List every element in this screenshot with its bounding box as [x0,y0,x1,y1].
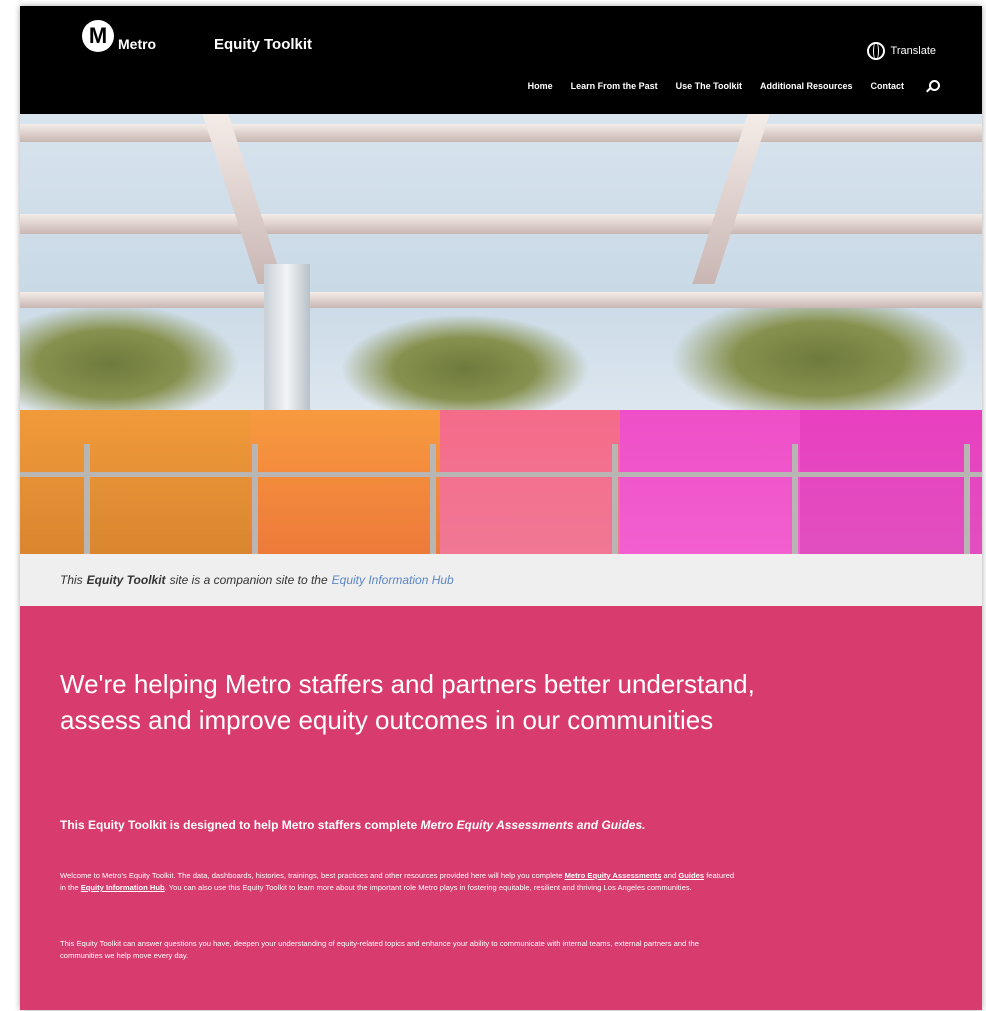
notice-bold: Equity Toolkit [86,573,166,587]
glass-panel-orange [250,410,440,554]
metro-equity-assessments-link[interactable]: Metro Equity Assessments [565,871,662,880]
nav-item-home[interactable]: Home [528,81,553,91]
railing-post [612,444,618,554]
companion-site-notice: This Equity Toolkit site is a companion … [20,554,982,606]
glass-panel-magenta [800,410,982,554]
page-headline: We're helping Metro staffers and partner… [60,669,755,735]
intro-text: This Equity Toolkit is designed to help … [60,818,418,832]
support-column [264,264,310,414]
palm-tree-left [20,304,240,424]
nav-item-additional-resources[interactable]: Additional Resources [760,81,853,91]
metro-logo-mark: M [82,20,114,52]
welcome-text: . You can also use this Equity Toolkit t… [164,883,692,892]
toolkit-paragraph: This Equity Toolkit can answer questions… [60,939,699,960]
metro-logo-text: Metro [118,36,157,52]
nav-item-use-the-toolkit[interactable]: Use The Toolkit [676,81,742,91]
welcome-text: and [663,871,677,880]
equity-information-hub-inline-link[interactable]: Equity Information Hub [81,883,165,892]
notice-pre: This [60,573,83,587]
railing-post [964,444,970,554]
glass-panel-pink [440,410,620,554]
site-header: M Metro Equity Toolkit Translate Home Le… [20,6,982,114]
intro-emphasis: Metro Equity Assessments and Guides. [420,818,646,832]
glass-panel-magenta [620,410,800,554]
canopy-beam [20,292,982,308]
palm-tree-right [670,294,970,424]
railing-post [84,444,90,554]
translate-label: Translate [890,45,936,57]
nav-item-contact[interactable]: Contact [871,81,905,91]
intro-paragraph: This Equity Toolkit is designed to help … [60,816,740,834]
metro-logo[interactable]: M Metro [82,20,156,52]
search-icon[interactable] [926,80,940,92]
railing-post [430,444,436,554]
welcome-text: Welcome to Metro's Equity Toolkit. The d… [60,871,563,880]
railing [20,472,982,477]
guides-link[interactable]: Guides [678,871,704,880]
page-frame: M Metro Equity Toolkit Translate Home Le… [20,6,982,1010]
railing-post [252,444,258,554]
main-nav: Home Learn From the Past Use The Toolkit… [510,80,940,92]
railing-post [792,444,798,554]
intro-section: We're helping Metro staffers and partner… [20,606,982,1010]
canopy-beam [20,214,982,234]
notice-mid: site is a companion site to the [169,573,328,587]
nav-item-learn-from-the-past[interactable]: Learn From the Past [571,81,658,91]
translate-button[interactable]: Translate [866,42,936,60]
palm-tree-center [340,314,590,424]
equity-information-hub-link[interactable]: Equity Information Hub [332,573,454,587]
hero-image [20,114,982,554]
globe-icon [866,42,885,60]
site-title[interactable]: Equity Toolkit [214,36,312,53]
welcome-paragraph: Welcome to Metro's Equity Toolkit. The d… [60,870,740,894]
canopy-beam [20,124,982,142]
glass-panel-orange [20,410,250,554]
